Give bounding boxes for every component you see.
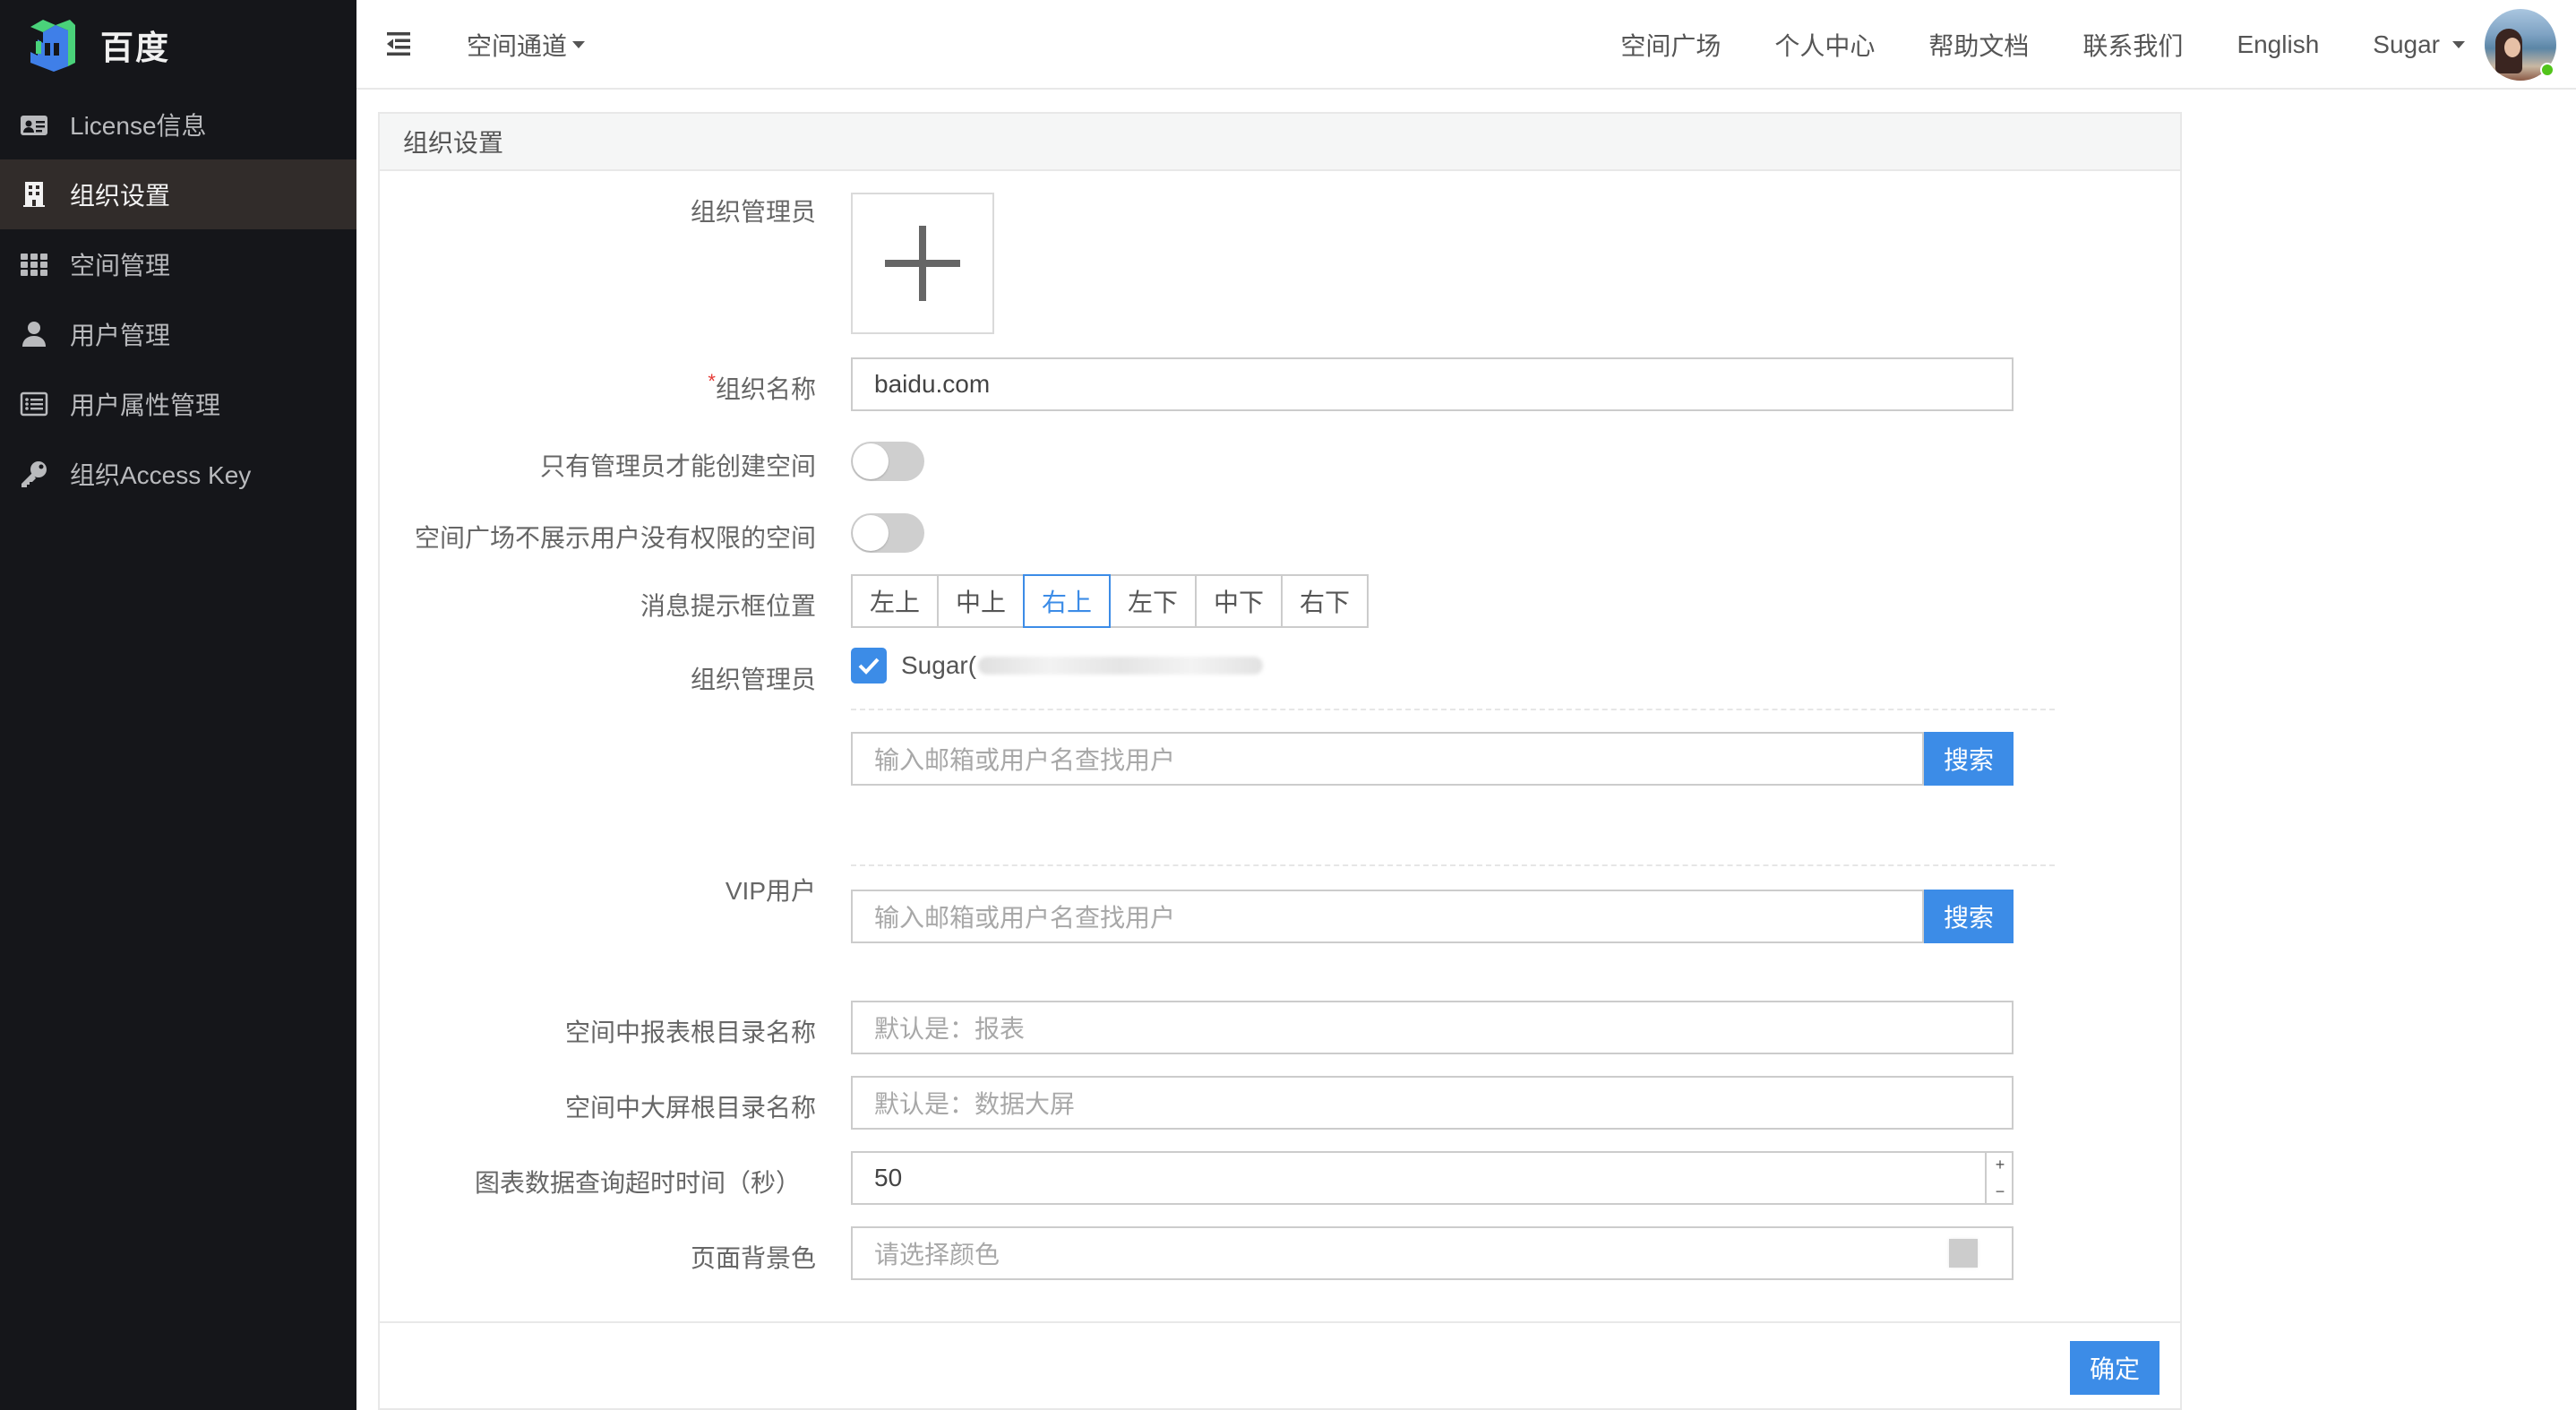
sidebar-item-space-management[interactable]: 空间管理 (0, 229, 356, 299)
sidebar-item-label: 组织Access Key (70, 461, 252, 489)
sidebar-item-label: 用户属性管理 (70, 391, 221, 419)
redacted-email (978, 657, 1264, 675)
row-bg-color: 页面背景色 请选择颜色 (380, 1226, 2180, 1280)
vip-search-input[interactable]: 输入邮箱或用户名查找用户 (851, 890, 1924, 943)
confirm-button[interactable]: 确定 (2070, 1341, 2160, 1395)
nav-personal-center[interactable]: 个人中心 (1774, 27, 1875, 63)
sidebar-item-org-settings[interactable]: 组织设置 (0, 159, 356, 229)
divider (851, 709, 2055, 710)
vip-label: VIP用户 (725, 877, 816, 905)
report-root-label: 空间中报表根目录名称 (564, 1019, 816, 1046)
hide-unauthorized-label: 空间广场不展示用户没有权限的空间 (414, 524, 816, 552)
nav-contact-us[interactable]: 联系我们 (2082, 27, 2183, 63)
logo-text: 百度 (100, 30, 170, 66)
msg-position-label: 消息提示框位置 (640, 592, 816, 620)
nav-space-square[interactable]: 空间广场 (1620, 27, 1721, 63)
grid-icon (20, 250, 48, 279)
bg-color-input[interactable]: 请选择颜色 (851, 1226, 2014, 1280)
avatar[interactable] (2485, 9, 2556, 81)
msg-position-bottom-left[interactable]: 左下 (1109, 574, 1197, 628)
vip-search-button[interactable]: 搜索 (1924, 890, 2014, 943)
color-swatch[interactable] (1949, 1239, 1978, 1268)
space-channel-label: 空间通道 (467, 32, 568, 60)
plus-icon (885, 226, 960, 301)
org-admin-checkbox[interactable] (851, 648, 887, 684)
check-icon (858, 658, 880, 675)
org-admins-label: 组织管理员 (690, 666, 816, 693)
admin-search-input[interactable]: 输入邮箱或用户名查找用户 (851, 732, 1924, 786)
admin-search-button[interactable]: 搜索 (1924, 732, 2014, 786)
msg-position-segmented: 左上 中上 右上 左下 中下 右下 (851, 574, 1369, 628)
timeout-stepper: + − (1985, 1151, 2014, 1205)
admin-only-create-toggle[interactable] (851, 442, 924, 481)
nav-language-english[interactable]: English (2237, 30, 2319, 59)
panel-title: 组织设置 (380, 114, 2180, 171)
user-name: Sugar (2373, 30, 2440, 58)
org-settings-panel: 组织设置 组织管理员 *组织名称 baidu.com 只有管理员才能创建空间 空… (378, 112, 2182, 1410)
id-card-icon (20, 110, 48, 139)
sidebar-item-user-attributes[interactable]: 用户属性管理 (0, 369, 356, 439)
msg-position-top-center[interactable]: 中上 (937, 574, 1025, 628)
toggle-knob (853, 443, 889, 479)
timeout-input[interactable]: 50 (851, 1151, 2014, 1205)
divider (851, 864, 2055, 866)
admin-search-group: 输入邮箱或用户名查找用户 搜索 (851, 732, 2014, 786)
org-name-input[interactable]: baidu.com (851, 357, 2014, 411)
row-timeout: 图表数据查询超时时间（秒） 50 + − (380, 1151, 2180, 1205)
user-icon (20, 320, 48, 348)
msg-position-bottom-center[interactable]: 中下 (1195, 574, 1283, 628)
report-root-input[interactable]: 默认是：报表 (851, 1001, 2014, 1054)
row-hide-unauthorized: 空间广场不展示用户没有权限的空间 (380, 513, 2180, 553)
top-nav: 空间广场 个人中心 帮助文档 联系我们 English Sugar (1620, 0, 2576, 90)
top-header: 空间通道 空间广场 个人中心 帮助文档 联系我们 English Sugar (356, 0, 2576, 90)
screen-root-label: 空间中大屏根目录名称 (564, 1094, 816, 1122)
logo-icon (30, 20, 75, 72)
msg-position-top-left[interactable]: 左上 (851, 574, 939, 628)
list-icon (20, 390, 48, 418)
sidebar-item-access-key[interactable]: 组织Access Key (0, 439, 356, 509)
collapse-sidebar-icon[interactable] (387, 32, 410, 56)
toggle-knob (853, 515, 889, 551)
sidebar: 百度 License信息 组织设置 空间管理 用户管理 用户属性管理 组织Acc… (0, 0, 356, 1410)
bg-color-picker: 请选择颜色 (851, 1226, 2014, 1280)
online-status-dot (2540, 63, 2555, 77)
space-channel-dropdown[interactable]: 空间通道 (467, 27, 586, 63)
increment-button[interactable]: + (1987, 1151, 2014, 1178)
row-admin-only-create: 只有管理员才能创建空间 (380, 442, 2180, 481)
required-mark: * (708, 370, 716, 392)
bg-color-label: 页面背景色 (690, 1244, 816, 1272)
sidebar-item-label: 用户管理 (70, 322, 171, 349)
decrement-button[interactable]: − (1987, 1178, 2014, 1205)
vip-search-group: 输入邮箱或用户名查找用户 搜索 (851, 890, 2014, 943)
timeout-label: 图表数据查询超时时间（秒） (474, 1169, 801, 1197)
msg-position-bottom-right[interactable]: 右下 (1281, 574, 1369, 628)
caret-down-icon (2452, 41, 2465, 48)
sidebar-nav: License信息 组织设置 空间管理 用户管理 用户属性管理 组织Access… (0, 90, 356, 509)
sidebar-item-label: License信息 (70, 112, 207, 140)
admin-only-create-label: 只有管理员才能创建空间 (539, 452, 816, 480)
org-admin-checkbox-item: Sugar( (851, 648, 1264, 684)
caret-down-icon (572, 41, 586, 48)
screen-root-input[interactable]: 默认是：数据大屏 (851, 1076, 2014, 1130)
building-icon (20, 180, 48, 209)
sidebar-item-label: 空间管理 (70, 252, 171, 279)
footer-divider (380, 1321, 2180, 1323)
key-icon (20, 460, 48, 488)
org-admin-upload-label: 组织管理员 (690, 198, 816, 226)
hide-unauthorized-toggle[interactable] (851, 513, 924, 553)
timeout-number-input: 50 + − (851, 1151, 2014, 1205)
org-name-label: *组织名称 (708, 370, 816, 403)
org-admin-name: Sugar( (901, 651, 977, 679)
avatar-face (2504, 38, 2520, 57)
msg-position-top-right[interactable]: 右上 (1023, 574, 1111, 628)
nav-help-docs[interactable]: 帮助文档 (1928, 27, 2029, 63)
user-menu[interactable]: Sugar (2373, 9, 2556, 81)
logo[interactable]: 百度 (25, 13, 170, 77)
sidebar-item-license[interactable]: License信息 (0, 90, 356, 159)
sidebar-item-label: 组织设置 (70, 182, 171, 210)
sidebar-item-user-management[interactable]: 用户管理 (0, 299, 356, 369)
upload-button[interactable] (851, 193, 994, 334)
